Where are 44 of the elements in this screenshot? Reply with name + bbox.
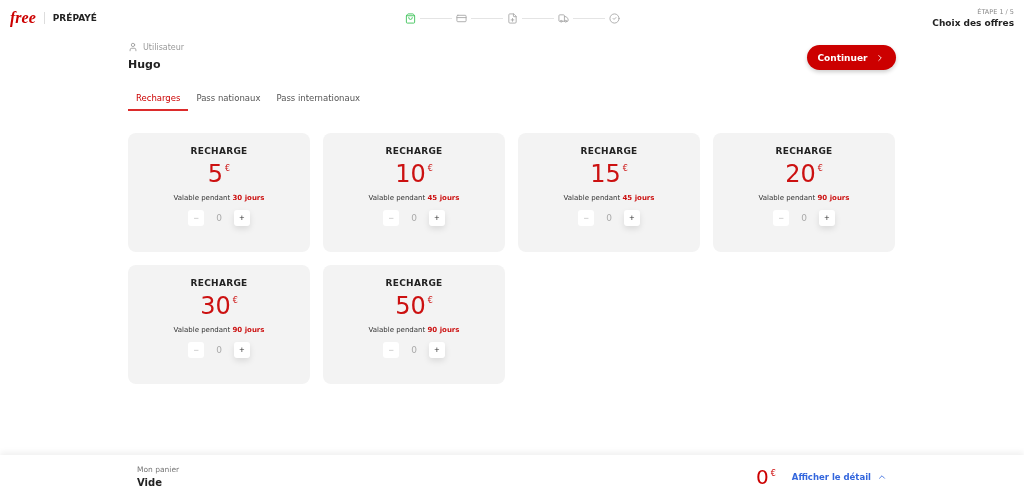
tab[interactable]: Recharges	[128, 89, 189, 111]
offer-amount: 50	[395, 292, 426, 320]
currency-symbol: €	[427, 164, 433, 173]
offer-amount: 5	[207, 160, 224, 188]
continue-button[interactable]: Continuer	[807, 45, 896, 70]
quantity-value: 0	[216, 345, 222, 355]
tab[interactable]: Pass internationaux	[268, 89, 369, 111]
product-name: PRÉPAYÉ	[52, 13, 97, 23]
currency-symbol: €	[225, 164, 231, 173]
increase-button[interactable]: +	[623, 210, 640, 226]
offer-title: RECHARGE	[190, 278, 248, 288]
offer-amount: 30	[200, 292, 231, 320]
increase-button[interactable]: +	[428, 342, 445, 358]
quantity-value: 0	[411, 345, 417, 355]
currency-symbol: €	[427, 296, 433, 305]
tab[interactable]: Pass nationaux	[188, 89, 269, 111]
increase-button[interactable]: +	[233, 342, 250, 358]
offer-amount: 15	[590, 160, 621, 188]
offer-amount: 20	[785, 160, 816, 188]
offer-amount: 10	[395, 160, 426, 188]
user-name: Hugo	[128, 58, 162, 71]
offer-title: RECHARGE	[775, 146, 833, 156]
increase-button[interactable]: +	[428, 210, 445, 226]
cart-total: 0	[756, 464, 769, 489]
user-icon	[128, 42, 138, 52]
detail-link[interactable]: Afficher le détail	[791, 471, 887, 482]
currency-symbol: €	[622, 164, 628, 173]
offer-title: RECHARGE	[580, 146, 638, 156]
currency-symbol: €	[232, 296, 238, 305]
free-logo: free	[10, 9, 36, 27]
step-title: Choix des offres	[932, 18, 1014, 28]
quantity-value: 0	[216, 213, 222, 223]
offer-title: RECHARGE	[190, 146, 248, 156]
offer-title: RECHARGE	[385, 146, 443, 156]
quantity-value: 0	[606, 213, 612, 223]
cart-status: Vide	[137, 477, 163, 488]
currency-symbol: €	[770, 468, 776, 478]
increase-button[interactable]: +	[818, 210, 835, 226]
currency-symbol: €	[817, 164, 823, 173]
quantity-value: 0	[411, 213, 417, 223]
quantity-value: 0	[801, 213, 807, 223]
user-label: Utilisateur	[143, 42, 185, 52]
offer-title: RECHARGE	[385, 278, 443, 288]
increase-button[interactable]: +	[233, 210, 250, 226]
